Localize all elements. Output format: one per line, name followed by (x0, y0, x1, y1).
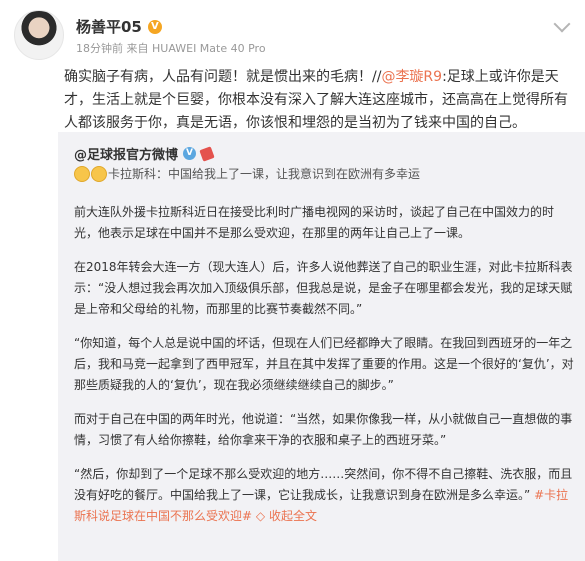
repost-card[interactable]: @足球报官方微博 V 卡拉斯科：中国给我上了一课，让我意识到在欧洲有多幸运 前大… (58, 132, 585, 561)
repost-paragraph: 前大连队外援卡拉斯科近日在接受比利时广播电视网的采访时，谈起了自己在中国效力的时… (74, 205, 555, 240)
emoji-icon (74, 165, 90, 182)
author-name[interactable]: 杨善平05 V (76, 16, 162, 37)
repost-title: 卡拉斯科：中国给我上了一课，让我意识到在欧洲有多幸运 (74, 165, 420, 182)
emoji-icon (91, 165, 107, 182)
repost-paragraph: 在2018年转会大连一方（现大连人）后，许多人说他葬送了自己的职业生涯，对此卡拉… (74, 260, 573, 316)
repost-author-name[interactable]: @足球报官方微博 (74, 144, 178, 163)
post-text-part1: 确实脑子有病，人品有问题！就是惯出来的毛病！// (64, 69, 382, 85)
avatar[interactable] (14, 10, 64, 60)
verified-badge-icon: V (147, 19, 162, 34)
author-name-text[interactable]: 杨善平05 (76, 16, 142, 37)
repost-title-text: 卡拉斯科：中国给我上了一课，让我意识到在欧洲有多幸运 (108, 167, 421, 181)
repost-paragraph: “你知道，每个人总是说中国的坏话，但现在人们已经都睁大了眼睛。在我回到西班牙的一… (74, 336, 574, 392)
collapse-arrow-icon: ◇ (255, 509, 266, 523)
repost-paragraph: 而对于自己在中国的两年时光，他说道：“当然，如果你像我一样，从小就做自己一直想做… (74, 412, 573, 447)
post-header: 杨善平05 V 18分钟前 来自 HUAWEI Mate 40 Pro (14, 10, 574, 60)
repost-body: 前大连队外援卡拉斯科近日在接受比利时广播电视网的采访时，谈起了自己在中国效力的时… (74, 202, 574, 540)
collapse-link[interactable]: ◇ 收起全文 (256, 509, 317, 523)
repost-last-paragraph-text: “然后，你却到了一个足球不那么受欢迎的地方……突然间，你不得不自己擦鞋、洗衣服，… (74, 467, 573, 502)
mention-link[interactable]: @李璇R9 (381, 69, 442, 85)
post-meta: 18分钟前 来自 HUAWEI Mate 40 Pro (76, 42, 266, 55)
tag-icon (199, 145, 215, 162)
blue-verified-icon: V (183, 147, 197, 160)
repost-author[interactable]: @足球报官方微博 V (74, 144, 215, 163)
chevron-down-icon[interactable] (553, 15, 571, 33)
post-text: 确实脑子有病，人品有问题！就是惯出来的毛病！//@李璇R9:足球上或许你是天才，… (64, 66, 572, 135)
collapse-label[interactable]: 收起全文 (269, 509, 317, 523)
repost-paragraph: “然后，你却到了一个足球不那么受欢迎的地方……突然间，你不得不自己擦鞋、洗衣服，… (74, 464, 574, 527)
